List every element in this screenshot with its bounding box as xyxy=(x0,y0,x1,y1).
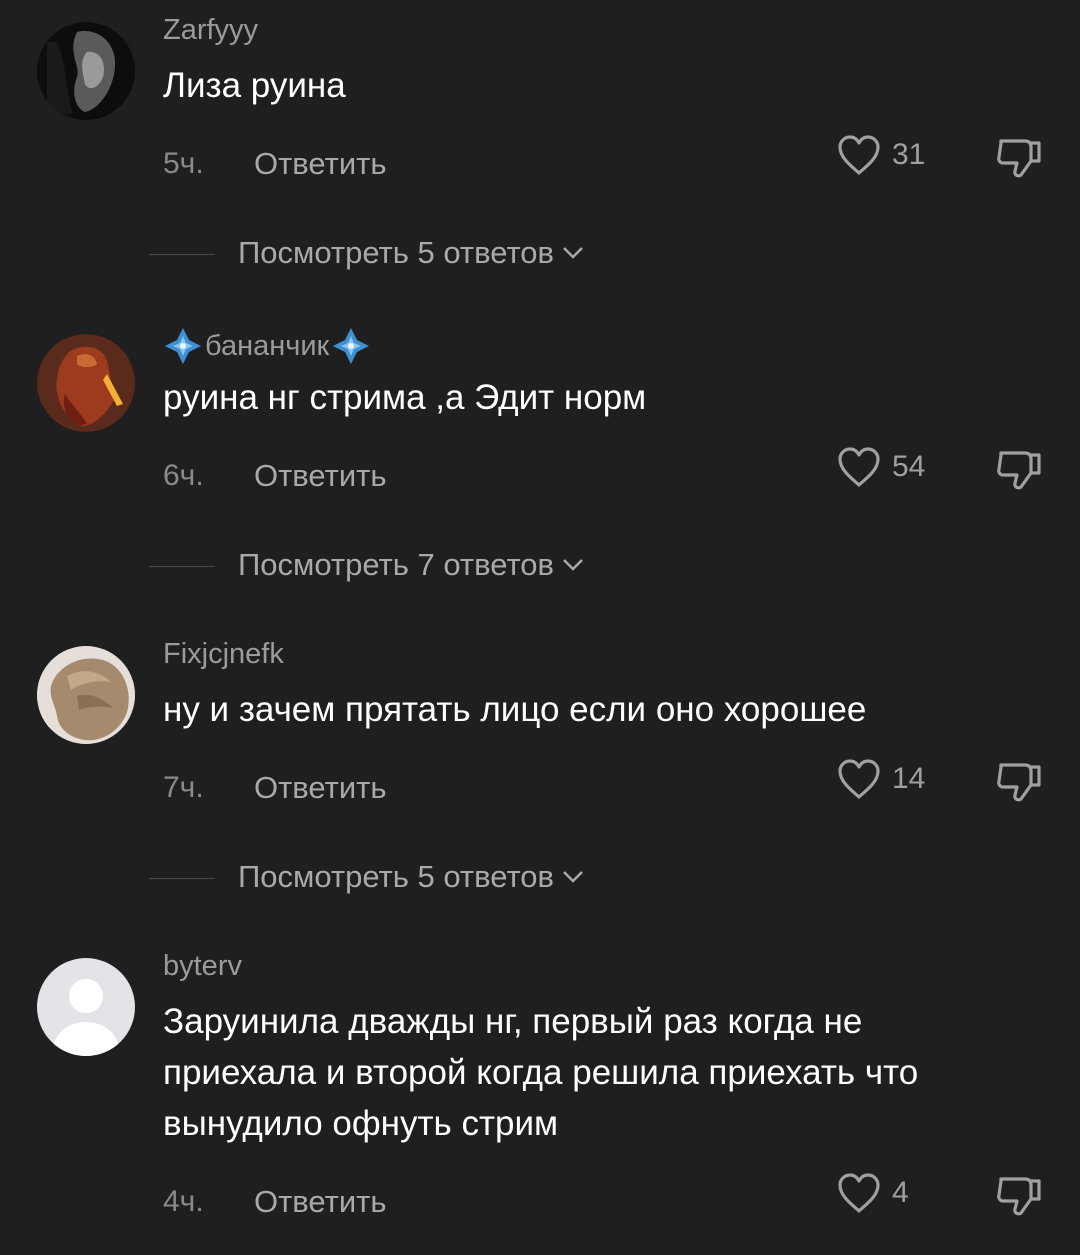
username[interactable]: Fixjcjnefk xyxy=(163,638,284,671)
dislike-button[interactable] xyxy=(995,447,1043,496)
comment-text: ну и зачем прятать лицо если оно хорошее xyxy=(163,690,867,729)
avatar[interactable] xyxy=(37,646,135,744)
avatar[interactable] xyxy=(37,22,135,120)
view-replies-button[interactable]: Посмотреть 7 ответов xyxy=(0,547,1080,587)
chevron-down-icon xyxy=(563,559,583,571)
avatar-image xyxy=(37,646,135,744)
like-button[interactable]: 31 xyxy=(836,134,925,176)
blue-diamond-sparkle-icon xyxy=(165,328,201,364)
comment-time: 6ч. xyxy=(163,459,204,492)
thumbs-down-icon xyxy=(997,139,1041,178)
dislike-button[interactable] xyxy=(995,759,1043,808)
heart-outline-icon xyxy=(838,759,880,799)
username-text: бананчик xyxy=(205,329,330,362)
divider xyxy=(149,254,215,255)
chevron-down-icon xyxy=(563,247,583,259)
username-text: Zarfyyy xyxy=(163,14,259,46)
view-replies-text: Посмотреть 5 ответов xyxy=(238,235,555,270)
username[interactable]: бананчик xyxy=(163,326,371,366)
thumbs-down-icon xyxy=(997,1177,1041,1216)
heart-outline-icon xyxy=(838,135,880,175)
avatar-image xyxy=(37,22,135,120)
comment-time: 4ч. xyxy=(163,1185,204,1218)
comment-time: 5ч. xyxy=(163,147,204,180)
view-replies-text: Посмотреть 7 ответов xyxy=(238,547,555,582)
divider xyxy=(149,566,215,567)
like-button[interactable]: 54 xyxy=(836,446,925,488)
like-count: 31 xyxy=(892,138,926,171)
comment-time: 7ч. xyxy=(163,771,204,804)
reply-button[interactable]: Ответить xyxy=(254,458,387,494)
divider xyxy=(149,878,215,879)
avatar[interactable] xyxy=(37,958,135,1056)
heart-outline-icon xyxy=(838,1173,880,1213)
comment-text: Заруинила дважды нг, первый раз когда не… xyxy=(163,1002,919,1143)
reply-button[interactable]: Ответить xyxy=(254,770,387,806)
chevron-down-icon xyxy=(563,871,583,883)
avatar-image xyxy=(37,334,135,432)
username[interactable]: byterv xyxy=(163,950,242,983)
view-replies-label: Посмотреть 5 ответов xyxy=(238,235,584,271)
like-count: 14 xyxy=(892,762,926,795)
like-button[interactable]: 14 xyxy=(836,758,925,800)
thumbs-down-icon xyxy=(997,763,1041,802)
like-button[interactable]: 4 xyxy=(836,1172,909,1214)
username-text: byterv xyxy=(163,950,242,982)
default-avatar-icon xyxy=(37,958,135,1056)
reply-button[interactable]: Ответить xyxy=(254,1184,387,1220)
avatar[interactable] xyxy=(37,334,135,432)
username[interactable]: Zarfyyy xyxy=(163,14,258,47)
view-replies-button[interactable]: Посмотреть 5 ответов xyxy=(0,235,1080,275)
view-replies-text: Посмотреть 5 ответов xyxy=(238,859,555,894)
dislike-button[interactable] xyxy=(995,1173,1043,1222)
username-text: Fixjcjnefk xyxy=(163,638,284,670)
heart-outline-icon xyxy=(838,447,880,487)
dislike-button[interactable] xyxy=(995,135,1043,184)
view-replies-label: Посмотреть 5 ответов xyxy=(238,859,584,895)
like-count: 54 xyxy=(892,450,926,483)
reply-button[interactable]: Ответить xyxy=(254,146,387,182)
view-replies-button[interactable]: Посмотреть 5 ответов xyxy=(0,859,1080,899)
view-replies-label: Посмотреть 7 ответов xyxy=(238,547,584,583)
blue-diamond-sparkle-icon xyxy=(333,328,370,364)
comment-text: Лиза руина xyxy=(163,66,346,105)
thumbs-down-icon xyxy=(997,451,1041,490)
like-count: 4 xyxy=(892,1176,909,1209)
comment-text: руина нг стрима ,а Эдит норм xyxy=(163,378,647,417)
